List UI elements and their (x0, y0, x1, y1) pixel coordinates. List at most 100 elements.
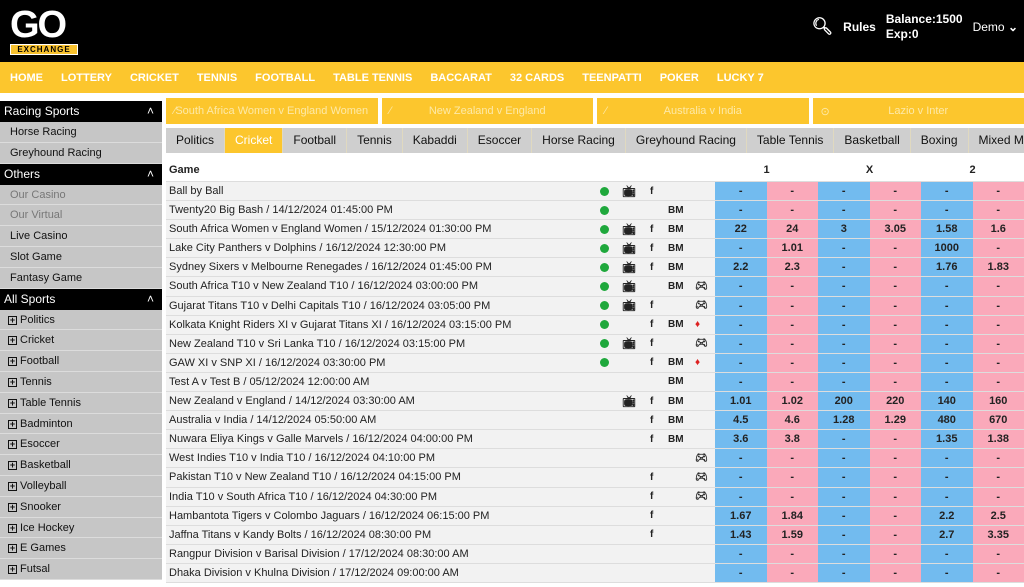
game-name-link[interactable]: South Africa T10 v New Zealand T10 / 16/… (166, 277, 595, 295)
sidebar-section-all[interactable]: All Sports ˄ (0, 288, 162, 310)
sidebar-item-ice-hockey[interactable]: + Ice Hockey (0, 518, 162, 539)
game-name-link[interactable]: Lake City Panthers v Dolphins / 16/12/20… (166, 239, 595, 257)
lay-odds-button[interactable]: - (972, 449, 1024, 468)
lay-odds-button[interactable]: 3.35 (972, 525, 1024, 544)
lay-odds-button[interactable]: - (869, 372, 921, 392)
back-odds-button[interactable]: 200 (818, 392, 870, 411)
lay-odds-button[interactable]: - (869, 201, 921, 220)
table-row[interactable]: New Zealand v England / 14/12/2024 03:30… (166, 392, 1024, 412)
back-odds-button[interactable]: 1000 (921, 239, 973, 258)
lay-odds-button[interactable]: 1.84 (766, 506, 818, 525)
lay-odds-button[interactable]: - (869, 487, 921, 506)
lay-odds-button[interactable]: - (972, 239, 1024, 258)
back-odds-button[interactable]: - (715, 544, 767, 563)
table-row[interactable]: Sydney Sixers v Melbourne Renegades / 16… (166, 258, 1024, 278)
tab-horse-racing[interactable]: Horse Racing (532, 128, 626, 153)
sidebar-item-badminton[interactable]: + Badminton (0, 414, 162, 435)
game-name-link[interactable]: Pakistan T10 v New Zealand T10 / 16/12/2… (166, 468, 595, 486)
sidebar-item-futsal[interactable]: + Futsal (0, 559, 162, 580)
sidebar-section-others[interactable]: Others ˄ (0, 163, 162, 185)
back-odds-button[interactable]: - (715, 277, 767, 296)
nav-item-football[interactable]: FOOTBALL (255, 72, 315, 84)
lay-odds-button[interactable]: 1.38 (972, 430, 1024, 449)
lay-odds-button[interactable]: - (869, 277, 921, 296)
nav-item-poker[interactable]: POKER (660, 72, 699, 84)
table-row[interactable]: Ball by Ball 📺︎ f - - - - - - (166, 182, 1024, 202)
lay-odds-button[interactable]: - (766, 487, 818, 506)
table-row[interactable]: Lake City Panthers v Dolphins / 16/12/20… (166, 239, 1024, 259)
lay-odds-button[interactable]: - (972, 544, 1024, 563)
tab-football[interactable]: Football (283, 128, 348, 153)
table-row[interactable]: India T10 v South Africa T10 / 16/12/202… (166, 487, 1024, 507)
lay-odds-button[interactable]: - (766, 296, 818, 315)
lay-odds-button[interactable]: - (972, 563, 1024, 582)
table-row[interactable]: South Africa T10 v New Zealand T10 / 16/… (166, 277, 1024, 297)
lay-odds-button[interactable]: - (766, 372, 818, 392)
lay-odds-button[interactable]: 160 (972, 392, 1024, 411)
back-odds-button[interactable]: - (818, 258, 870, 277)
back-odds-button[interactable]: - (715, 296, 767, 315)
logo[interactable]: GO EXCHANGE (10, 6, 80, 58)
back-odds-button[interactable]: 1.35 (921, 430, 973, 449)
lay-odds-button[interactable]: 2.5 (972, 506, 1024, 525)
game-name-link[interactable]: New Zealand T10 v Sri Lanka T10 / 16/12/… (166, 335, 595, 353)
rules-link[interactable]: Rules (843, 20, 876, 34)
sidebar-item-snooker[interactable]: + Snooker (0, 497, 162, 518)
lay-odds-button[interactable]: - (972, 372, 1024, 392)
nav-item-teenpatti[interactable]: TEENPATTI (582, 72, 641, 84)
lay-odds-button[interactable]: 3.8 (766, 430, 818, 449)
back-odds-button[interactable]: - (921, 201, 973, 220)
back-odds-button[interactable]: - (921, 563, 973, 582)
back-odds-button[interactable]: - (818, 334, 870, 353)
back-odds-button[interactable]: - (921, 449, 973, 468)
lay-odds-button[interactable]: - (972, 296, 1024, 315)
sidebar-item-our-casino[interactable]: Our Casino (0, 185, 162, 206)
game-name-link[interactable]: Jaffna Titans v Kandy Bolts / 16/12/2024… (166, 526, 595, 544)
lay-odds-button[interactable]: - (869, 430, 921, 449)
table-row[interactable]: Kolkata Knight Riders XI v Gujarat Titan… (166, 315, 1024, 335)
lay-odds-button[interactable]: - (869, 468, 921, 487)
featured-match[interactable]: ⁄ South Africa Women v England Women (166, 98, 378, 124)
lay-odds-button[interactable]: - (869, 544, 921, 563)
sidebar-item-politics[interactable]: + Politics (0, 310, 162, 331)
game-name-link[interactable]: New Zealand v England / 14/12/2024 03:30… (166, 392, 595, 410)
back-odds-button[interactable]: - (818, 468, 870, 487)
sidebar-item-basketball[interactable]: + Basketball (0, 455, 162, 476)
sidebar-item-tennis[interactable]: + Tennis (0, 372, 162, 393)
game-name-link[interactable]: Sydney Sixers v Melbourne Renegades / 16… (166, 258, 595, 276)
featured-match[interactable]: ⊙ Lazio v Inter (812, 98, 1024, 124)
back-odds-button[interactable]: - (715, 334, 767, 353)
back-odds-button[interactable]: - (818, 353, 870, 372)
game-name-link[interactable]: Nuwara Eliya Kings v Galle Marvels / 16/… (166, 430, 595, 448)
back-odds-button[interactable]: 3.6 (715, 430, 767, 449)
table-row[interactable]: Hambantota Tigers v Colombo Jaguars / 16… (166, 506, 1024, 526)
lay-odds-button[interactable]: - (972, 277, 1024, 296)
back-odds-button[interactable]: 1.58 (921, 220, 973, 239)
nav-item-home[interactable]: HOME (10, 72, 43, 84)
lay-odds-button[interactable]: 1.6 (972, 220, 1024, 239)
back-odds-button[interactable]: - (818, 449, 870, 468)
back-odds-button[interactable]: - (715, 182, 767, 201)
lay-odds-button[interactable]: 1.02 (766, 392, 818, 411)
table-row[interactable]: South Africa Women v England Women / 15/… (166, 220, 1024, 240)
back-odds-button[interactable]: - (921, 334, 973, 353)
game-name-link[interactable]: Dhaka Division v Khulna Division / 17/12… (166, 564, 595, 582)
lay-odds-button[interactable]: 220 (869, 392, 921, 411)
sidebar-item-table-tennis[interactable]: + Table Tennis (0, 393, 162, 414)
tab-basketball[interactable]: Basketball (834, 128, 911, 153)
lay-odds-button[interactable]: - (869, 239, 921, 258)
tab-cricket[interactable]: Cricket (225, 128, 284, 153)
table-row[interactable]: Gujarat Titans T10 v Delhi Capitals T10 … (166, 296, 1024, 316)
sidebar-item-e-games[interactable]: + E Games (0, 538, 162, 560)
back-odds-button[interactable]: - (921, 544, 973, 563)
back-odds-button[interactable]: - (715, 372, 767, 392)
lay-odds-button[interactable]: - (869, 563, 921, 582)
lay-odds-button[interactable]: - (766, 353, 818, 372)
tab-kabaddi[interactable]: Kabaddi (403, 128, 468, 153)
back-odds-button[interactable]: - (818, 201, 870, 220)
lay-odds-button[interactable]: - (869, 258, 921, 277)
tab-tennis[interactable]: Tennis (347, 128, 403, 153)
nav-item-lottery[interactable]: LOTTERY (61, 72, 112, 84)
tab-table-tennis[interactable]: Table Tennis (747, 128, 835, 153)
tab-boxing[interactable]: Boxing (911, 128, 969, 153)
